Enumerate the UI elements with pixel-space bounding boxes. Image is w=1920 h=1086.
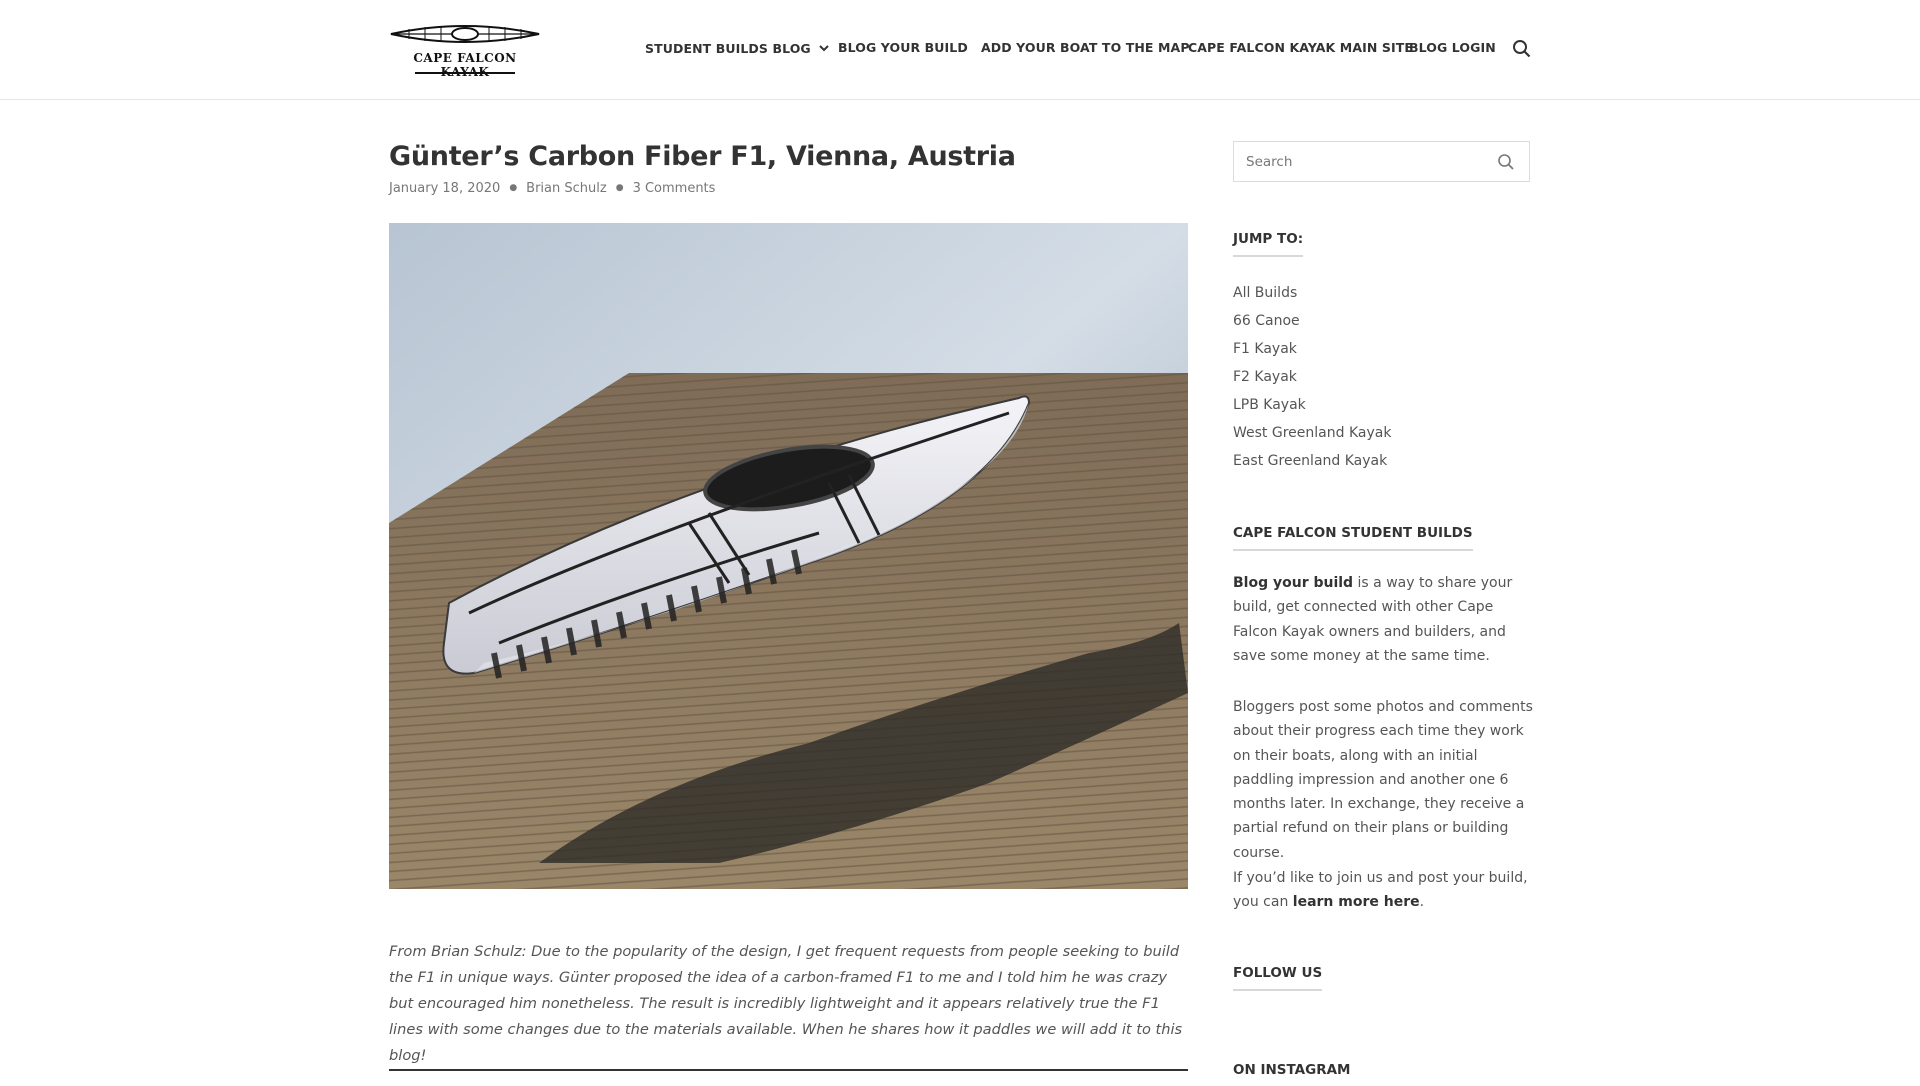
sidebar-search — [1233, 141, 1530, 182]
chevron-down-icon — [819, 40, 829, 55]
post-date-link[interactable]: January 18, 2020 — [389, 181, 500, 196]
meta-separator: ● — [615, 183, 624, 193]
site-header: CAPE FALCON KAYAK STUDENT BUILDS BLOG BL… — [0, 0, 1920, 100]
jump-item-66-canoe[interactable]: 66 Canoe — [1233, 311, 1391, 339]
blog-build-paragraph: Blog your build is a way to share your b… — [1233, 571, 1533, 668]
search-icon[interactable] — [1497, 153, 1515, 171]
post-meta: January 18, 2020 ● Brian Schulz ● 3 Comments — [389, 181, 715, 196]
jump-list: All Builds 66 Canoe F1 Kayak F2 Kayak LP… — [1233, 283, 1391, 479]
student-builds-heading: CAPE FALCON STUDENT BUILDS — [1233, 525, 1473, 551]
bloggers-paragraph: Bloggers post some photos and comments a… — [1233, 699, 1533, 861]
join-paragraph: If you’d like to join us and post your b… — [1233, 866, 1533, 915]
main-nav: STUDENT BUILDS BLOG BLOG YOUR BUILD ADD … — [0, 40, 1920, 62]
paragraph-text: . — [1419, 894, 1425, 911]
jump-item-f1-kayak[interactable]: F1 Kayak — [1233, 339, 1391, 367]
search-icon[interactable] — [1512, 39, 1532, 59]
search-input[interactable] — [1246, 142, 1486, 181]
nav-student-builds-blog[interactable]: STUDENT BUILDS BLOG — [645, 40, 829, 56]
meta-separator: ● — [509, 183, 518, 193]
post-author-link[interactable]: Brian Schulz — [526, 181, 607, 196]
learn-more-link[interactable]: learn more here — [1293, 894, 1420, 910]
nav-label: STUDENT BUILDS BLOG — [645, 41, 811, 56]
post-comments-link[interactable]: 3 Comments — [633, 181, 716, 196]
blog-your-build-link[interactable]: Blog your build — [1233, 575, 1353, 591]
jump-item-f2-kayak[interactable]: F2 Kayak — [1233, 367, 1391, 395]
nav-main-site[interactable]: CAPE FALCON KAYAK MAIN SITE — [1188, 40, 1413, 55]
jump-item-lpb-kayak[interactable]: LPB Kayak — [1233, 395, 1391, 423]
featured-image — [389, 223, 1188, 889]
nav-blog-your-build[interactable]: BLOG YOUR BUILD — [838, 40, 968, 55]
instagram-heading: ON INSTAGRAM — [1233, 1062, 1351, 1078]
post-excerpt: From Brian Schulz: Due to the popularity… — [389, 943, 1183, 1064]
jump-item-east-greenland[interactable]: East Greenland Kayak — [1233, 451, 1391, 479]
follow-us-heading: FOLLOW US — [1233, 965, 1323, 991]
nav-add-boat-map[interactable]: ADD YOUR BOAT TO THE MAP — [981, 40, 1190, 55]
kayak-photo — [389, 223, 1188, 889]
nav-blog-login[interactable]: BLOG LOGIN — [1409, 40, 1496, 55]
post-divider — [389, 1069, 1188, 1071]
post-title: Günter’s Carbon Fiber F1, Vienna, Austri… — [389, 141, 1016, 172]
jump-item-west-greenland[interactable]: West Greenland Kayak — [1233, 423, 1391, 451]
jump-item-all-builds[interactable]: All Builds — [1233, 283, 1391, 311]
jump-to-heading: JUMP TO: — [1233, 231, 1304, 257]
